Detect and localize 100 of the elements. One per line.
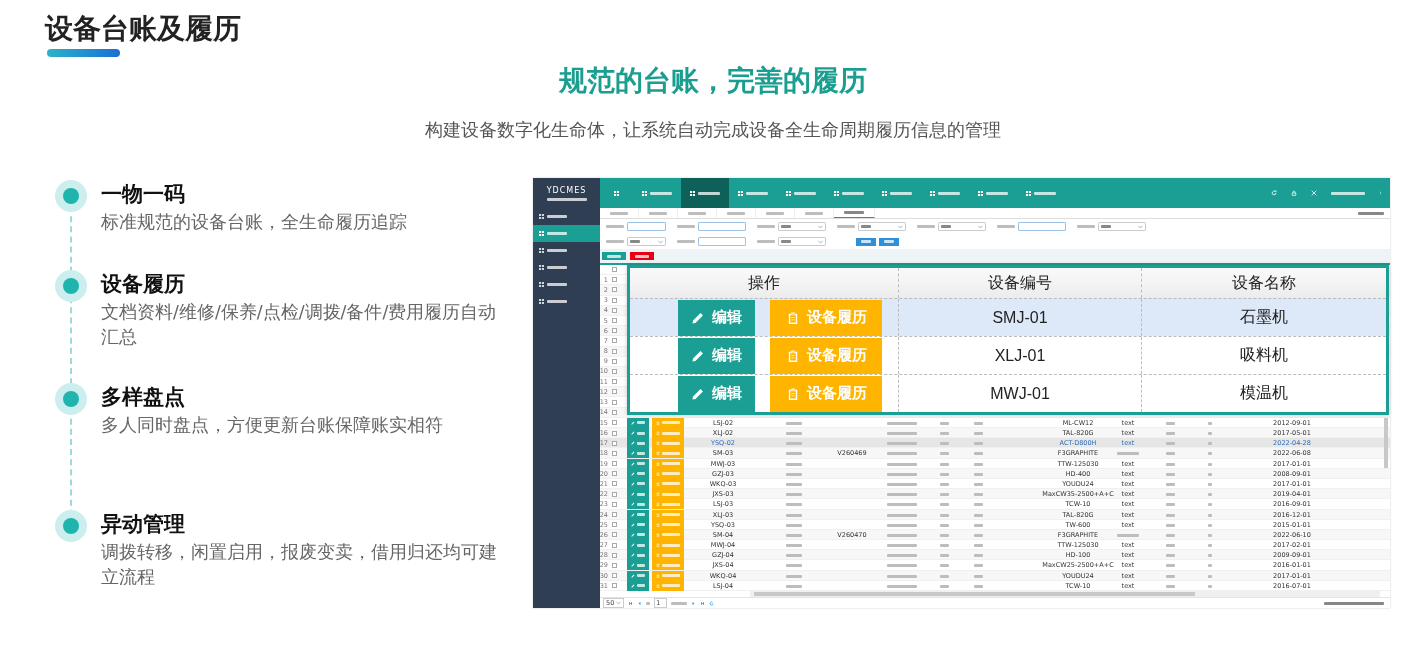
history-button[interactable] bbox=[652, 540, 684, 551]
feature-title: 异动管理 bbox=[101, 511, 186, 538]
checkbox[interactable] bbox=[611, 409, 617, 415]
history-button[interactable] bbox=[652, 560, 684, 571]
checkbox[interactable] bbox=[611, 399, 617, 405]
history-button[interactable] bbox=[652, 448, 684, 459]
last-page-icon[interactable] bbox=[700, 600, 706, 606]
page-tab[interactable] bbox=[834, 208, 875, 218]
checkbox[interactable] bbox=[611, 338, 617, 344]
checkbox[interactable] bbox=[611, 287, 617, 293]
checkbox[interactable] bbox=[611, 583, 617, 589]
select-field[interactable] bbox=[1098, 222, 1146, 231]
edit-button[interactable] bbox=[627, 560, 649, 571]
input-field[interactable] bbox=[698, 237, 746, 246]
edit-button[interactable]: 编辑 bbox=[678, 375, 755, 412]
checkbox[interactable] bbox=[611, 328, 617, 334]
edit-button[interactable] bbox=[627, 519, 649, 530]
select-field[interactable] bbox=[938, 222, 986, 231]
edit-button[interactable] bbox=[627, 458, 649, 469]
input-field[interactable] bbox=[698, 222, 746, 231]
edit-button[interactable]: 编辑 bbox=[678, 299, 755, 336]
first-page-icon[interactable] bbox=[628, 600, 634, 606]
history-button[interactable] bbox=[652, 570, 684, 581]
checkbox[interactable] bbox=[611, 450, 617, 456]
edit-button[interactable] bbox=[627, 468, 649, 479]
checkbox[interactable] bbox=[611, 297, 617, 303]
edit-button[interactable] bbox=[627, 438, 649, 449]
checkbox[interactable] bbox=[611, 522, 617, 528]
vertical-scrollbar[interactable] bbox=[1384, 418, 1388, 468]
checkbox[interactable] bbox=[611, 501, 617, 507]
blurred-text bbox=[547, 266, 567, 269]
history-button[interactable] bbox=[652, 428, 684, 438]
blurred-text bbox=[1208, 472, 1212, 476]
refresh-icon[interactable] bbox=[709, 600, 715, 606]
add-button[interactable] bbox=[602, 252, 626, 260]
edit-button[interactable] bbox=[627, 580, 649, 591]
checkbox[interactable] bbox=[611, 552, 617, 558]
history-button[interactable]: 设备履历 bbox=[770, 337, 882, 374]
history-button[interactable] bbox=[652, 478, 684, 489]
input-field[interactable] bbox=[1018, 222, 1066, 231]
reset-button[interactable] bbox=[879, 237, 899, 246]
clipboard-icon bbox=[656, 492, 660, 497]
history-button[interactable] bbox=[652, 580, 684, 591]
checkbox[interactable] bbox=[611, 481, 617, 487]
input-field[interactable] bbox=[627, 222, 666, 231]
history-button[interactable] bbox=[652, 519, 684, 530]
history-button[interactable] bbox=[652, 509, 684, 520]
edit-button[interactable] bbox=[627, 499, 649, 510]
history-button[interactable]: 设备履历 bbox=[770, 299, 882, 336]
checkbox[interactable] bbox=[611, 430, 617, 436]
edit-button[interactable] bbox=[627, 529, 649, 540]
clipboard-icon bbox=[656, 481, 660, 486]
select-field[interactable] bbox=[627, 237, 666, 246]
checkbox[interactable] bbox=[611, 307, 617, 313]
checkbox[interactable] bbox=[611, 389, 617, 395]
edit-button[interactable]: 编辑 bbox=[678, 337, 755, 374]
search-button[interactable] bbox=[856, 237, 876, 246]
checkbox[interactable] bbox=[611, 440, 617, 446]
history-button[interactable] bbox=[652, 458, 684, 469]
history-button[interactable] bbox=[652, 438, 684, 449]
history-button[interactable]: 设备履历 bbox=[770, 375, 882, 412]
checkbox[interactable] bbox=[611, 318, 617, 324]
select-field[interactable] bbox=[778, 237, 826, 246]
history-button[interactable] bbox=[652, 489, 684, 500]
edit-button[interactable] bbox=[627, 540, 649, 551]
checkbox[interactable] bbox=[611, 542, 617, 548]
edit-button[interactable] bbox=[627, 570, 649, 581]
checkbox[interactable] bbox=[611, 379, 617, 385]
checkbox[interactable] bbox=[611, 573, 617, 579]
checkbox[interactable] bbox=[611, 471, 617, 477]
edit-button[interactable] bbox=[627, 509, 649, 520]
history-button[interactable] bbox=[652, 529, 684, 540]
checkbox[interactable] bbox=[611, 491, 617, 497]
nav-tab[interactable] bbox=[681, 178, 729, 208]
edit-button[interactable] bbox=[627, 550, 649, 561]
edit-button[interactable] bbox=[627, 417, 649, 428]
previous-page-icon[interactable] bbox=[637, 600, 643, 606]
next-page-icon[interactable] bbox=[691, 600, 697, 606]
checkbox[interactable] bbox=[611, 358, 617, 364]
checkbox[interactable] bbox=[611, 420, 617, 426]
edit-button[interactable] bbox=[627, 478, 649, 489]
checkbox[interactable] bbox=[611, 512, 617, 517]
checkbox[interactable] bbox=[611, 267, 617, 273]
edit-button[interactable] bbox=[627, 489, 649, 500]
select-field[interactable] bbox=[778, 222, 826, 231]
edit-button[interactable] bbox=[627, 448, 649, 459]
history-button[interactable] bbox=[652, 550, 684, 561]
horizontal-scrollbar[interactable] bbox=[750, 591, 1380, 597]
select-field[interactable] bbox=[858, 222, 906, 231]
checkbox[interactable] bbox=[611, 461, 617, 467]
checkbox[interactable] bbox=[611, 562, 617, 568]
history-button[interactable] bbox=[652, 499, 684, 510]
history-button[interactable] bbox=[652, 468, 684, 479]
checkbox[interactable] bbox=[611, 277, 617, 283]
checkbox[interactable] bbox=[611, 348, 617, 354]
delete-button[interactable] bbox=[630, 252, 654, 260]
checkbox[interactable] bbox=[611, 368, 617, 374]
edit-button[interactable] bbox=[627, 428, 649, 438]
history-button[interactable] bbox=[652, 417, 684, 428]
checkbox[interactable] bbox=[611, 532, 617, 538]
